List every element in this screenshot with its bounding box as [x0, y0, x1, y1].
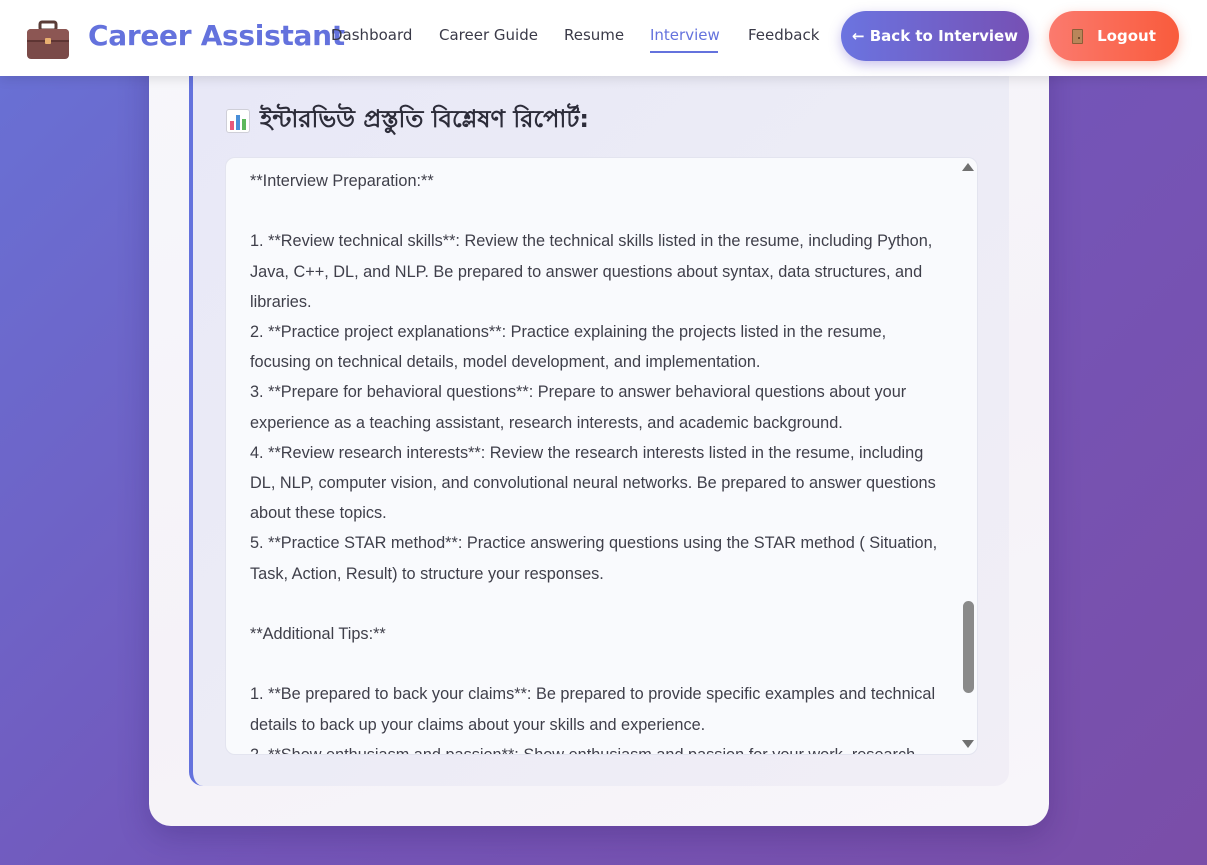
back-to-interview-button[interactable]: ← Back to Interview — [841, 11, 1029, 61]
nav-dashboard[interactable]: Dashboard — [331, 26, 412, 44]
report-line: 1. **Review technical skills**: Review t… — [250, 232, 937, 311]
top-navbar: Career Assistant Dashboard Career Guide … — [0, 0, 1207, 76]
report-line — [250, 196, 940, 226]
report-line: 3. **Prepare for behavioral questions**:… — [250, 383, 911, 432]
scroll-up-arrow[interactable] — [962, 163, 974, 171]
report-heading: ইন্টারভিউ প্রস্তুতি বিশ্লেষণ রিপোর্ট: — [226, 101, 589, 141]
nav-career-guide[interactable]: Career Guide — [439, 26, 538, 44]
nav-resume[interactable]: Resume — [564, 26, 624, 44]
nav-feedback[interactable]: Feedback — [748, 26, 819, 44]
report-line: 4. **Review research interests**: Review… — [250, 443, 941, 523]
report-text-area[interactable]: **Interview Preparation:** 1. **Review te… — [225, 157, 978, 755]
logout-button[interactable]: Logout — [1049, 11, 1179, 61]
report-line: 2. **Practice project explanations**: Pr… — [250, 323, 891, 372]
report-content: **Interview Preparation:** 1. **Review te… — [250, 166, 942, 755]
report-line: **Additional Tips:** — [250, 625, 386, 644]
report-line: **Interview Preparation:** — [250, 172, 434, 190]
briefcase-icon — [27, 20, 69, 59]
logout-label: Logout — [1097, 27, 1156, 45]
app-title: Career Assistant — [88, 19, 345, 52]
scrollbar-thumb[interactable] — [963, 601, 974, 693]
report-heading-text: ইন্টারভিউ প্রস্তুতি বিশ্লেষণ রিপোর্ট: — [260, 105, 590, 133]
nav-interview[interactable]: Interview — [650, 26, 720, 44]
bar-chart-icon — [226, 109, 250, 133]
active-nav-indicator — [650, 51, 718, 53]
door-icon — [1072, 28, 1084, 44]
scroll-down-arrow[interactable] — [962, 740, 974, 748]
report-line — [250, 649, 940, 679]
report-line: 5. **Practice STAR method**: Practice an… — [250, 534, 942, 583]
report-line: 2. **Show enthusiasm and passion**: Show… — [250, 745, 916, 755]
report-line — [250, 589, 940, 619]
report-line: 1. **Be prepared to back your claims**: … — [250, 685, 940, 734]
